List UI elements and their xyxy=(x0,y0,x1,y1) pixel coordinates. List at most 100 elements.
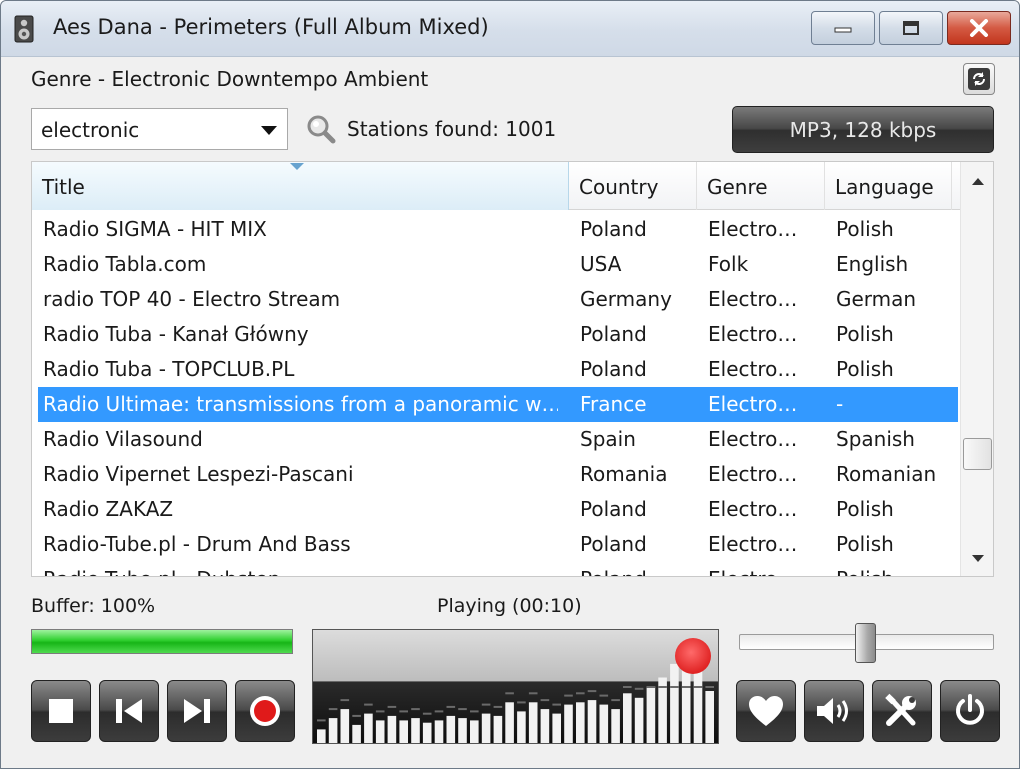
cell-title: Radio-Tube.pl - Drum And Bass xyxy=(43,532,351,556)
table-row[interactable]: Radio ZAKAZ Poland Electro… Polish xyxy=(32,492,960,527)
cell-country: Poland xyxy=(580,567,698,576)
cell-country: Spain xyxy=(580,427,636,451)
spectrum-bar xyxy=(634,697,644,743)
column-title-label: Title xyxy=(42,175,85,199)
spectrum-peak xyxy=(646,686,656,688)
favorite-button[interactable] xyxy=(736,680,796,742)
spectrum-bar xyxy=(599,704,609,743)
spectrum-peak xyxy=(364,703,373,706)
cell-country: USA xyxy=(580,252,622,276)
next-button[interactable] xyxy=(167,680,227,742)
table-row[interactable]: Radio Vilasound Spain Electro… Spanish xyxy=(32,422,960,457)
table-row-selected[interactable]: Radio Ultimae: transmissions from a pano… xyxy=(38,387,958,422)
cell-country: Poland xyxy=(580,322,647,346)
power-button[interactable] xyxy=(940,680,1000,742)
chevron-down-icon[interactable] xyxy=(261,126,277,135)
minimize-button[interactable] xyxy=(811,11,875,45)
scroll-up-icon[interactable] xyxy=(972,178,984,185)
spectrum-bar xyxy=(623,693,632,743)
scroll-down-icon[interactable] xyxy=(972,555,984,562)
spectrum-bar xyxy=(481,713,491,743)
spectrum-peak xyxy=(493,705,503,708)
close-button[interactable] xyxy=(947,11,1011,45)
table-row[interactable]: Radio-Tube.pl - Drum And Bass Poland Elect… xyxy=(32,527,960,562)
column-header-title[interactable]: Title xyxy=(32,162,569,210)
cell-language: Polish xyxy=(836,567,954,576)
maximize-icon xyxy=(903,21,919,35)
cell-country: Germany xyxy=(580,287,672,311)
spectrum-peak xyxy=(375,710,385,713)
speaker-app-icon xyxy=(14,15,34,43)
column-header-country[interactable]: Country xyxy=(569,162,697,210)
genre-label: Genre - Electronic Downtempo Ambient xyxy=(31,67,429,91)
scroll-thumb[interactable] xyxy=(963,438,992,470)
buffer-progress-fill xyxy=(32,630,292,653)
stop-button[interactable] xyxy=(31,680,91,742)
refresh-button[interactable] xyxy=(963,63,995,95)
cell-language: Polish xyxy=(836,497,894,521)
maximize-button[interactable] xyxy=(879,11,943,45)
spectrum-peak xyxy=(399,710,408,713)
cell-language: English xyxy=(836,252,909,276)
table-row[interactable]: Radio Tabla.com USA Folk English xyxy=(32,247,960,282)
column-header-language[interactable]: Language xyxy=(825,162,952,210)
playing-status: Playing (00:10) xyxy=(437,595,582,617)
cell-country: Poland xyxy=(580,532,647,556)
table-row[interactable]: Radio Vipernet Lespezi-Pascani Romania Ele… xyxy=(32,457,960,492)
format-bitrate-button[interactable]: MP3, 128 kbps xyxy=(732,106,994,153)
cell-title: Radio SIGMA - HIT MIX xyxy=(43,217,267,241)
spectrum-peak xyxy=(587,690,597,693)
spectrum-peak xyxy=(634,687,644,690)
cell-genre: Electro… xyxy=(708,357,798,381)
column-header-genre[interactable]: Genre xyxy=(697,162,825,210)
combo-value: electronic xyxy=(41,118,140,142)
cell-title: Radio Tuba - Kanał Główny xyxy=(43,322,309,346)
station-list[interactable]: Title Country Genre Language Radio SIGMA… xyxy=(31,161,994,577)
volume-button[interactable] xyxy=(804,680,864,742)
cell-country: France xyxy=(580,392,647,416)
spectrum-peak xyxy=(705,686,714,688)
table-row[interactable]: Radio SIGMA - HIT MIX Poland Electro… Polis… xyxy=(32,212,960,247)
cell-genre: Electro… xyxy=(708,497,798,521)
spectrum-peak xyxy=(352,714,361,717)
spectrum-bar xyxy=(517,711,526,743)
spectrum-bar xyxy=(340,709,350,743)
spectrum-bar xyxy=(411,718,420,743)
list-scrollbar[interactable] xyxy=(960,162,993,576)
cell-country: Poland xyxy=(580,217,647,241)
record-button[interactable] xyxy=(235,680,295,742)
speaker-icon xyxy=(817,698,848,724)
title-bar: Aes Dana - Perimeters (Full Album Mixed) xyxy=(1,1,1019,57)
cell-title: Radio Vipernet Lespezi-Pascani xyxy=(43,462,354,486)
sort-indicator-icon xyxy=(290,163,304,170)
spectrum-bar xyxy=(446,715,456,743)
spectrum-bars xyxy=(317,659,714,743)
spectrum-bar xyxy=(646,686,656,743)
previous-button[interactable] xyxy=(99,680,159,742)
table-row[interactable]: Radio-Tube.pl - Dubstep Poland Electro… Pol… xyxy=(32,562,960,576)
spectrum-peak xyxy=(599,694,609,697)
cell-title: Radio Ultimae: transmissions from a pano… xyxy=(43,392,558,416)
cell-language: Polish xyxy=(836,532,894,556)
table-row[interactable]: Radio Tuba - Kanał Główny Poland Electro… P… xyxy=(32,317,960,352)
genre-search-combo[interactable]: electronic xyxy=(31,108,288,150)
volume-slider-thumb[interactable] xyxy=(855,623,876,663)
station-rows: Radio SIGMA - HIT MIX Poland Electro… Polis… xyxy=(32,212,960,576)
cell-language: Spanish xyxy=(836,427,915,451)
record-icon xyxy=(250,696,280,726)
magnifier-icon[interactable] xyxy=(305,113,337,145)
cell-genre: Electro… xyxy=(708,567,826,576)
cell-title: Radio ZAKAZ xyxy=(43,497,174,521)
cell-genre: Electro… xyxy=(708,322,798,346)
spectrum-peak xyxy=(434,710,444,713)
spectrum-bar xyxy=(576,702,585,743)
spectrum-peak xyxy=(564,694,573,697)
spectrum-bar xyxy=(399,720,408,743)
cell-genre: Electro… xyxy=(708,427,798,451)
spectrum-peak xyxy=(446,705,456,708)
settings-button[interactable] xyxy=(872,680,932,742)
table-row[interactable]: Radio Tuba - TOPCLUB.PL Poland Electro… Pol… xyxy=(32,352,960,387)
spectrum-peak xyxy=(470,710,479,713)
table-row[interactable]: radio TOP 40 - Electro Stream Germany Elec… xyxy=(32,282,960,317)
cell-language: Romanian xyxy=(836,462,937,486)
